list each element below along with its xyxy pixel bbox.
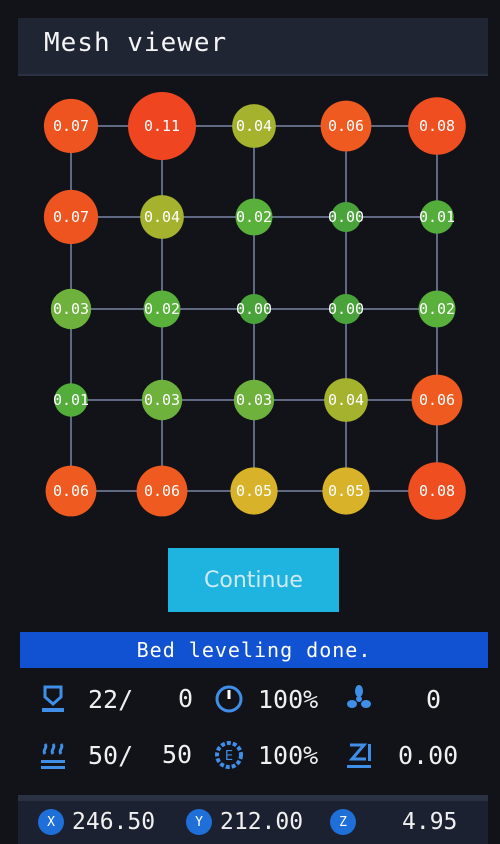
z-offset: 0.00 bbox=[344, 740, 458, 770]
mesh-point-label: 0.04 bbox=[328, 391, 364, 409]
mesh-point-label: 0.01 bbox=[419, 208, 455, 226]
axis-footer: X 246.50 Y 212.00 Z 4.95 bbox=[18, 801, 488, 844]
speed: 100% bbox=[214, 684, 318, 714]
speed-value: 100% bbox=[258, 684, 319, 714]
z-offset-icon bbox=[344, 740, 374, 770]
mesh-grid: 0.07 0.11 0.04 0.06 0.08 0.07 0.04 0.02 0.00 0.01… bbox=[43, 92, 466, 520]
speed-gauge-icon bbox=[214, 684, 244, 714]
fan-icon bbox=[344, 684, 374, 714]
nozzle-target: 50 bbox=[162, 740, 193, 769]
fan-value: 0 bbox=[426, 684, 442, 714]
mesh-point: 0.06 bbox=[320, 100, 372, 152]
mesh-point: 0.03 bbox=[141, 379, 183, 421]
x-position: X 246.50 bbox=[38, 809, 155, 835]
svg-text:E: E bbox=[225, 749, 233, 764]
mesh-point-label: 0.02 bbox=[144, 300, 180, 318]
mesh-point-label: 0.04 bbox=[236, 117, 272, 135]
flow-e-icon: E bbox=[214, 740, 244, 770]
bed-icon bbox=[38, 684, 68, 714]
mesh-point-label: 0.02 bbox=[236, 208, 272, 226]
mesh-point: 0.01 bbox=[53, 383, 89, 417]
x-value: 246.50 bbox=[72, 809, 156, 835]
screen: Mesh viewer 0.07 0.11 0.04 0.06 0.08 0.07 0.04… bbox=[0, 0, 500, 844]
mesh-point-label: 0.06 bbox=[144, 482, 180, 500]
mesh-point: 0.06 bbox=[411, 374, 463, 426]
mesh-point: 0.04 bbox=[140, 195, 184, 239]
mesh-point-label: 0.00 bbox=[328, 208, 364, 226]
bed-temp: 22/ bbox=[38, 684, 133, 714]
z-position: Z 4.95 bbox=[330, 809, 457, 835]
mesh-point: 0.02 bbox=[235, 198, 273, 236]
mesh-point-label: 0.03 bbox=[53, 300, 89, 318]
mesh-point: 0.08 bbox=[408, 97, 466, 155]
mesh-point: 0.07 bbox=[43, 98, 99, 154]
mesh-point-label: 0.00 bbox=[236, 300, 272, 318]
z-axis-icon: Z bbox=[330, 809, 356, 835]
mesh-point-label: 0.04 bbox=[144, 208, 180, 226]
mesh-point-label: 0.06 bbox=[53, 482, 89, 500]
mesh-point: 0.00 bbox=[328, 202, 364, 232]
heater-icon bbox=[38, 740, 68, 770]
mesh-point-label: 0.03 bbox=[236, 391, 272, 409]
bed-target: 0 bbox=[178, 684, 194, 713]
fan: 0 bbox=[344, 684, 441, 714]
mesh-point-label: 0.03 bbox=[144, 391, 180, 409]
stats-row-2: 50/ 50 E 100% 0.00 bbox=[0, 730, 500, 780]
mesh-point-label: 0.06 bbox=[328, 117, 364, 135]
mesh-point: 0.04 bbox=[324, 378, 368, 422]
mesh-point-label: 0.08 bbox=[419, 117, 455, 135]
mesh-point-label: 0.05 bbox=[328, 482, 364, 500]
y-position: Y 212.00 bbox=[186, 809, 303, 835]
mesh-point-label: 0.01 bbox=[53, 391, 89, 409]
mesh-point: 0.02 bbox=[418, 290, 456, 328]
z-offset-value: 0.00 bbox=[398, 740, 459, 770]
continue-button[interactable]: Continue bbox=[168, 548, 339, 612]
mesh-point-label: 0.08 bbox=[419, 482, 455, 500]
mesh-point-label: 0.06 bbox=[419, 391, 455, 409]
nozzle-temp-value: 50/ bbox=[88, 740, 134, 770]
mesh-point: 0.06 bbox=[45, 465, 97, 517]
status-banner: Bed leveling done. bbox=[20, 632, 488, 668]
mesh-point: 0.05 bbox=[230, 467, 278, 515]
mesh-point-label: 0.05 bbox=[236, 482, 272, 500]
z-value: 4.95 bbox=[402, 809, 458, 835]
x-axis-icon: X bbox=[38, 809, 64, 835]
mesh-point: 0.03 bbox=[50, 288, 92, 330]
mesh-point-label: 0.00 bbox=[328, 300, 364, 318]
mesh-point: 0.06 bbox=[136, 465, 188, 517]
mesh-point-label: 0.02 bbox=[419, 300, 455, 318]
mesh-point-label: 0.07 bbox=[53, 117, 89, 135]
mesh-point: 0.00 bbox=[236, 294, 272, 324]
mesh-point: 0.04 bbox=[232, 104, 276, 148]
flow-value: 100% bbox=[258, 740, 319, 770]
mesh-point: 0.02 bbox=[143, 290, 181, 328]
mesh-point: 0.05 bbox=[322, 467, 370, 515]
bed-temp-value: 22/ bbox=[88, 684, 134, 714]
mesh-point: 0.00 bbox=[328, 294, 364, 324]
nozzle-temp: 50/ bbox=[38, 740, 133, 770]
mesh-point: 0.03 bbox=[233, 379, 275, 421]
flow: E 100% bbox=[214, 740, 318, 770]
mesh-point: 0.08 bbox=[408, 462, 466, 520]
mesh-point: 0.11 bbox=[128, 92, 196, 160]
mesh-point: 0.01 bbox=[419, 200, 455, 234]
mesh-point: 0.07 bbox=[43, 189, 99, 245]
stats-row-1: 22/ 0 100% 0 bbox=[0, 674, 500, 724]
y-axis-icon: Y bbox=[186, 809, 212, 835]
mesh-point-label: 0.11 bbox=[144, 117, 180, 135]
y-value: 212.00 bbox=[220, 809, 304, 835]
mesh-point-label: 0.07 bbox=[53, 208, 89, 226]
